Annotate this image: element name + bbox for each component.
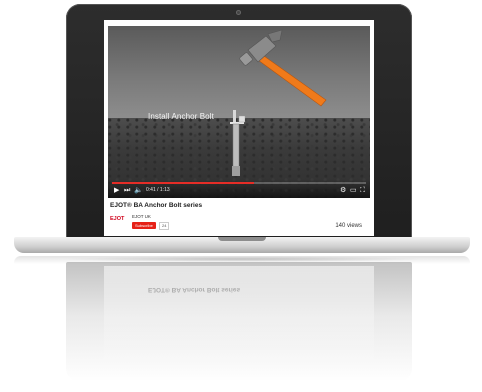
fullscreen-icon[interactable]: ⛶ (360, 187, 365, 194)
laptop-base (14, 237, 470, 253)
screen-reflection: EJOT® BA Anchor Bolt series (104, 266, 374, 376)
progress-bar-fill (112, 182, 255, 184)
next-icon[interactable]: ⏭ (124, 187, 130, 194)
view-count: 140 views (335, 223, 362, 229)
play-icon[interactable]: ▶ (114, 187, 119, 194)
video-title[interactable]: EJOT® BA Anchor Bolt series (110, 202, 202, 209)
video-overlay-title: Install Anchor Bolt (148, 112, 214, 121)
anchor-bolt (230, 110, 246, 176)
time-display: 0:41 / 1:13 (146, 187, 170, 193)
laptop-reflection: EJOT® BA Anchor Bolt series (66, 262, 412, 382)
video-player[interactable]: Install Anchor Bolt ▶ ⏭ 🔈 0:41 / 1:13 ⚙ … (108, 26, 370, 198)
subscribe-button[interactable]: Subscribe (132, 222, 156, 229)
webcam-icon (236, 10, 241, 15)
subscribe-label: Subscribe (135, 223, 153, 228)
channel-logo[interactable]: EJOT (110, 216, 124, 222)
laptop-lid: Install Anchor Bolt ▶ ⏭ 🔈 0:41 / 1:13 ⚙ … (66, 4, 412, 240)
reflection-title: EJOT® BA Anchor Bolt series (148, 286, 241, 293)
subscriber-count: 24 (159, 222, 170, 230)
theater-mode-icon[interactable]: ▭ (350, 187, 357, 194)
laptop-notch (218, 237, 266, 241)
video-controls: ▶ ⏭ 🔈 0:41 / 1:13 ⚙ ▭ ⛶ (108, 180, 370, 198)
laptop-screen: Install Anchor Bolt ▶ ⏭ 🔈 0:41 / 1:13 ⚙ … (104, 20, 374, 236)
hammer-handle (257, 55, 327, 107)
volume-icon[interactable]: 🔈 (134, 187, 143, 194)
progress-bar[interactable] (112, 182, 366, 184)
gear-icon[interactable]: ⚙ (340, 187, 346, 194)
channel-name[interactable]: EJOT UK (132, 214, 151, 219)
